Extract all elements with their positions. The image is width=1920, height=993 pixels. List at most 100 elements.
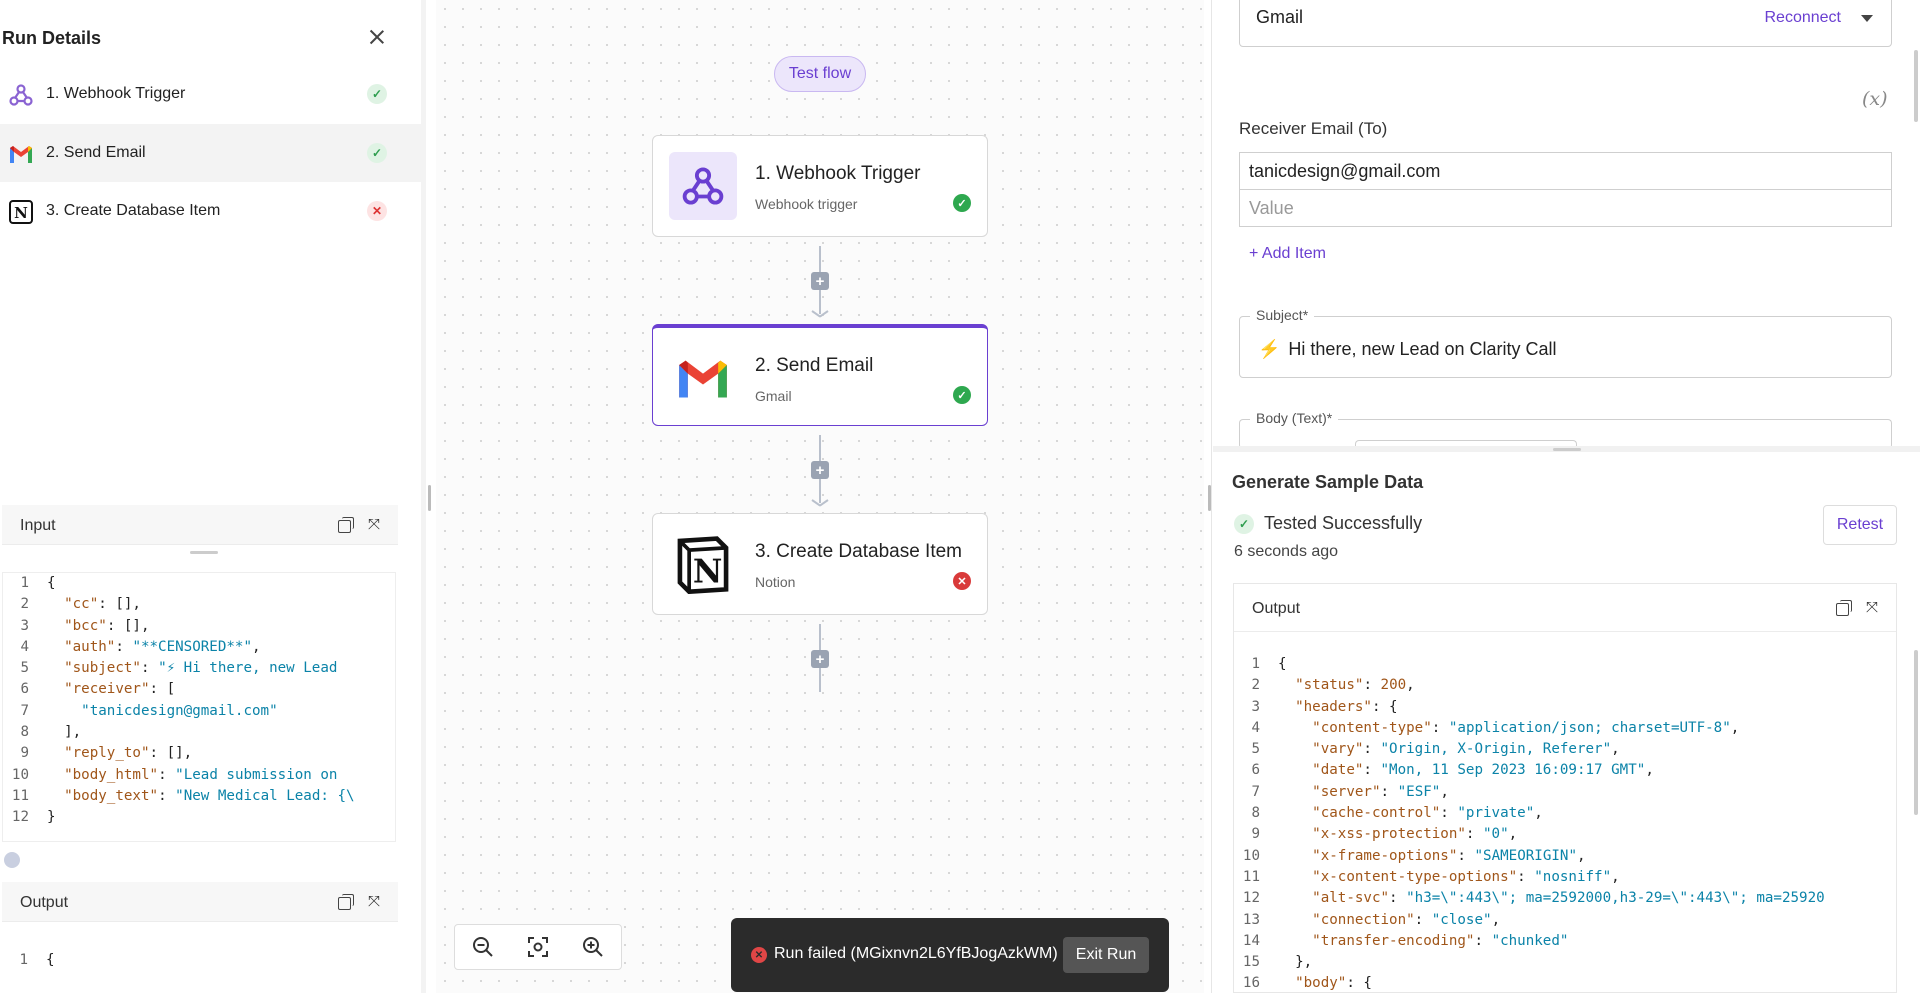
code-token: "headers": [1295, 698, 1372, 715]
success-check-icon: ✓: [953, 386, 971, 404]
code-token: "body_text": [64, 787, 159, 804]
run-step-webhook-trigger[interactable]: 1. Webhook Trigger ✓: [0, 65, 421, 123]
code-token: ,: [1440, 783, 1449, 800]
run-step-send-email[interactable]: 2. Send Email ✓: [0, 124, 421, 182]
test-flow-button[interactable]: Test flow: [774, 56, 866, 92]
line-number: 1: [1251, 656, 1260, 672]
code-token: ,: [1406, 677, 1415, 694]
panel-divider[interactable]: [421, 0, 426, 993]
code-line: 3 "bcc": [],: [3, 616, 395, 637]
code-line: 3 "headers": {: [1234, 697, 1896, 718]
add-step-plus-icon[interactable]: +: [811, 650, 829, 668]
run-step-create-database-item[interactable]: N 3. Create Database Item ✕: [0, 182, 421, 240]
receiver-email-input[interactable]: tanicdesign@gmail.com: [1239, 152, 1892, 190]
line-number: 11: [11, 787, 29, 804]
code-line: 16 "body": {: [1234, 973, 1896, 993]
code-token: :: [1517, 868, 1535, 885]
fit-view-icon[interactable]: [525, 934, 551, 960]
line-number: 16: [1242, 975, 1260, 992]
retest-button[interactable]: Retest: [1823, 505, 1897, 545]
reconnect-link[interactable]: Reconnect: [1765, 9, 1842, 27]
line-number: 10: [1242, 847, 1260, 864]
connection-select[interactable]: Gmail Reconnect: [1239, 0, 1892, 47]
copy-icon[interactable]: [338, 894, 354, 910]
line-number: 4: [20, 638, 29, 655]
line-number: 8: [1251, 805, 1260, 822]
code-line: 11 "x-content-type-options": "nosniff",: [1234, 867, 1896, 888]
code-token: "server": [1312, 783, 1381, 800]
exit-run-button[interactable]: Exit Run: [1063, 937, 1149, 973]
flow-node-webhook-trigger[interactable]: 1. Webhook Trigger Webhook trigger ✓: [652, 135, 988, 237]
node-subtitle: Gmail: [755, 388, 792, 404]
code-token: ,: [1611, 741, 1620, 758]
code-token: "body": [1295, 975, 1347, 992]
code-token: ,: [1508, 826, 1518, 843]
line-number: 14: [1242, 932, 1260, 949]
input-panel-title: Input: [20, 517, 56, 534]
code-token: "Lead submission on: [175, 766, 346, 783]
output-code-view[interactable]: 1{: [2, 950, 396, 993]
run-details-title: Run Details: [2, 28, 102, 48]
code-token: : [],: [149, 745, 193, 762]
expand-icon[interactable]: ⤧: [366, 517, 382, 533]
zoom-out-icon[interactable]: [470, 934, 496, 960]
line-number: 5: [20, 660, 29, 677]
failed-x-icon: ✕: [367, 201, 387, 221]
code-token: ,: [1491, 911, 1501, 928]
add-step-plus-icon[interactable]: +: [811, 272, 829, 290]
scroll-thumb[interactable]: [4, 852, 20, 868]
copy-icon[interactable]: [1836, 600, 1852, 616]
code-token: {: [46, 952, 55, 968]
code-token: : [],: [106, 617, 150, 634]
dynamic-value-toggle[interactable]: (x): [1862, 88, 1888, 110]
code-token: ,: [1534, 805, 1543, 822]
line-number: 12: [11, 809, 29, 826]
line-number: 6: [20, 681, 29, 698]
expand-icon[interactable]: ⤧: [366, 894, 382, 910]
code-token: "Origin, X-Origin, Referer": [1380, 741, 1612, 758]
code-line: 6 "receiver": [: [3, 679, 395, 700]
code-token: "private": [1457, 805, 1535, 822]
copy-icon[interactable]: [338, 517, 354, 533]
code-token: :: [1457, 847, 1475, 864]
subject-field[interactable]: Subject* ⚡ Hi there, new Lead on Clarity …: [1239, 307, 1892, 378]
zoom-in-icon[interactable]: [580, 934, 606, 960]
resize-handle[interactable]: [1553, 448, 1581, 451]
body-text-field[interactable]: Body (Text)*: [1239, 410, 1892, 450]
code-token: "subject": [64, 660, 141, 677]
test-timestamp: 6 seconds ago: [1234, 543, 1339, 560]
code-token: "receiver": [64, 681, 150, 698]
flow-node-send-email[interactable]: 2. Send Email Gmail ✓: [652, 324, 988, 426]
line-number: 11: [1242, 868, 1260, 885]
input-panel-header: Input ⤧: [2, 505, 398, 545]
resize-handle[interactable]: [190, 551, 218, 554]
chevron-down-icon[interactable]: [1861, 15, 1873, 22]
line-number: 6: [1251, 762, 1260, 779]
resize-handle[interactable]: [428, 485, 431, 511]
add-item-button[interactable]: + Add Item: [1249, 245, 1326, 263]
expand-icon[interactable]: ⤧: [1864, 600, 1880, 616]
scrollbar[interactable]: [1914, 50, 1918, 122]
add-step-plus-icon[interactable]: +: [811, 461, 829, 479]
run-details-panel: Run Details 1. Webhook Trigger ✓ 2. Send…: [0, 0, 426, 993]
code-line: 5 "subject": "⚡ Hi there, new Lead: [3, 658, 395, 679]
code-line: 10 "x-frame-options": "SAMEORIGIN",: [1234, 846, 1896, 867]
receiver-email-value-input[interactable]: Value: [1239, 189, 1892, 227]
close-icon[interactable]: [368, 28, 386, 46]
code-token: "tanicdesign@gmail.com": [81, 702, 278, 719]
scrollbar[interactable]: [1914, 650, 1918, 815]
input-code-view[interactable]: 1{2 "cc": [], 3 "bcc": [], 4 "auth": "**CE…: [2, 572, 396, 842]
code-token: "date": [1312, 762, 1364, 779]
code-token: : {: [1346, 975, 1372, 992]
flow-node-create-database-item[interactable]: N 3. Create Database Item Notion ✕: [652, 513, 988, 615]
output-code-view[interactable]: 1{2 "status": 200, 3 "headers": {4 "conte…: [1234, 654, 1896, 993]
code-token: :: [115, 638, 133, 655]
webhook-icon: [9, 84, 33, 106]
